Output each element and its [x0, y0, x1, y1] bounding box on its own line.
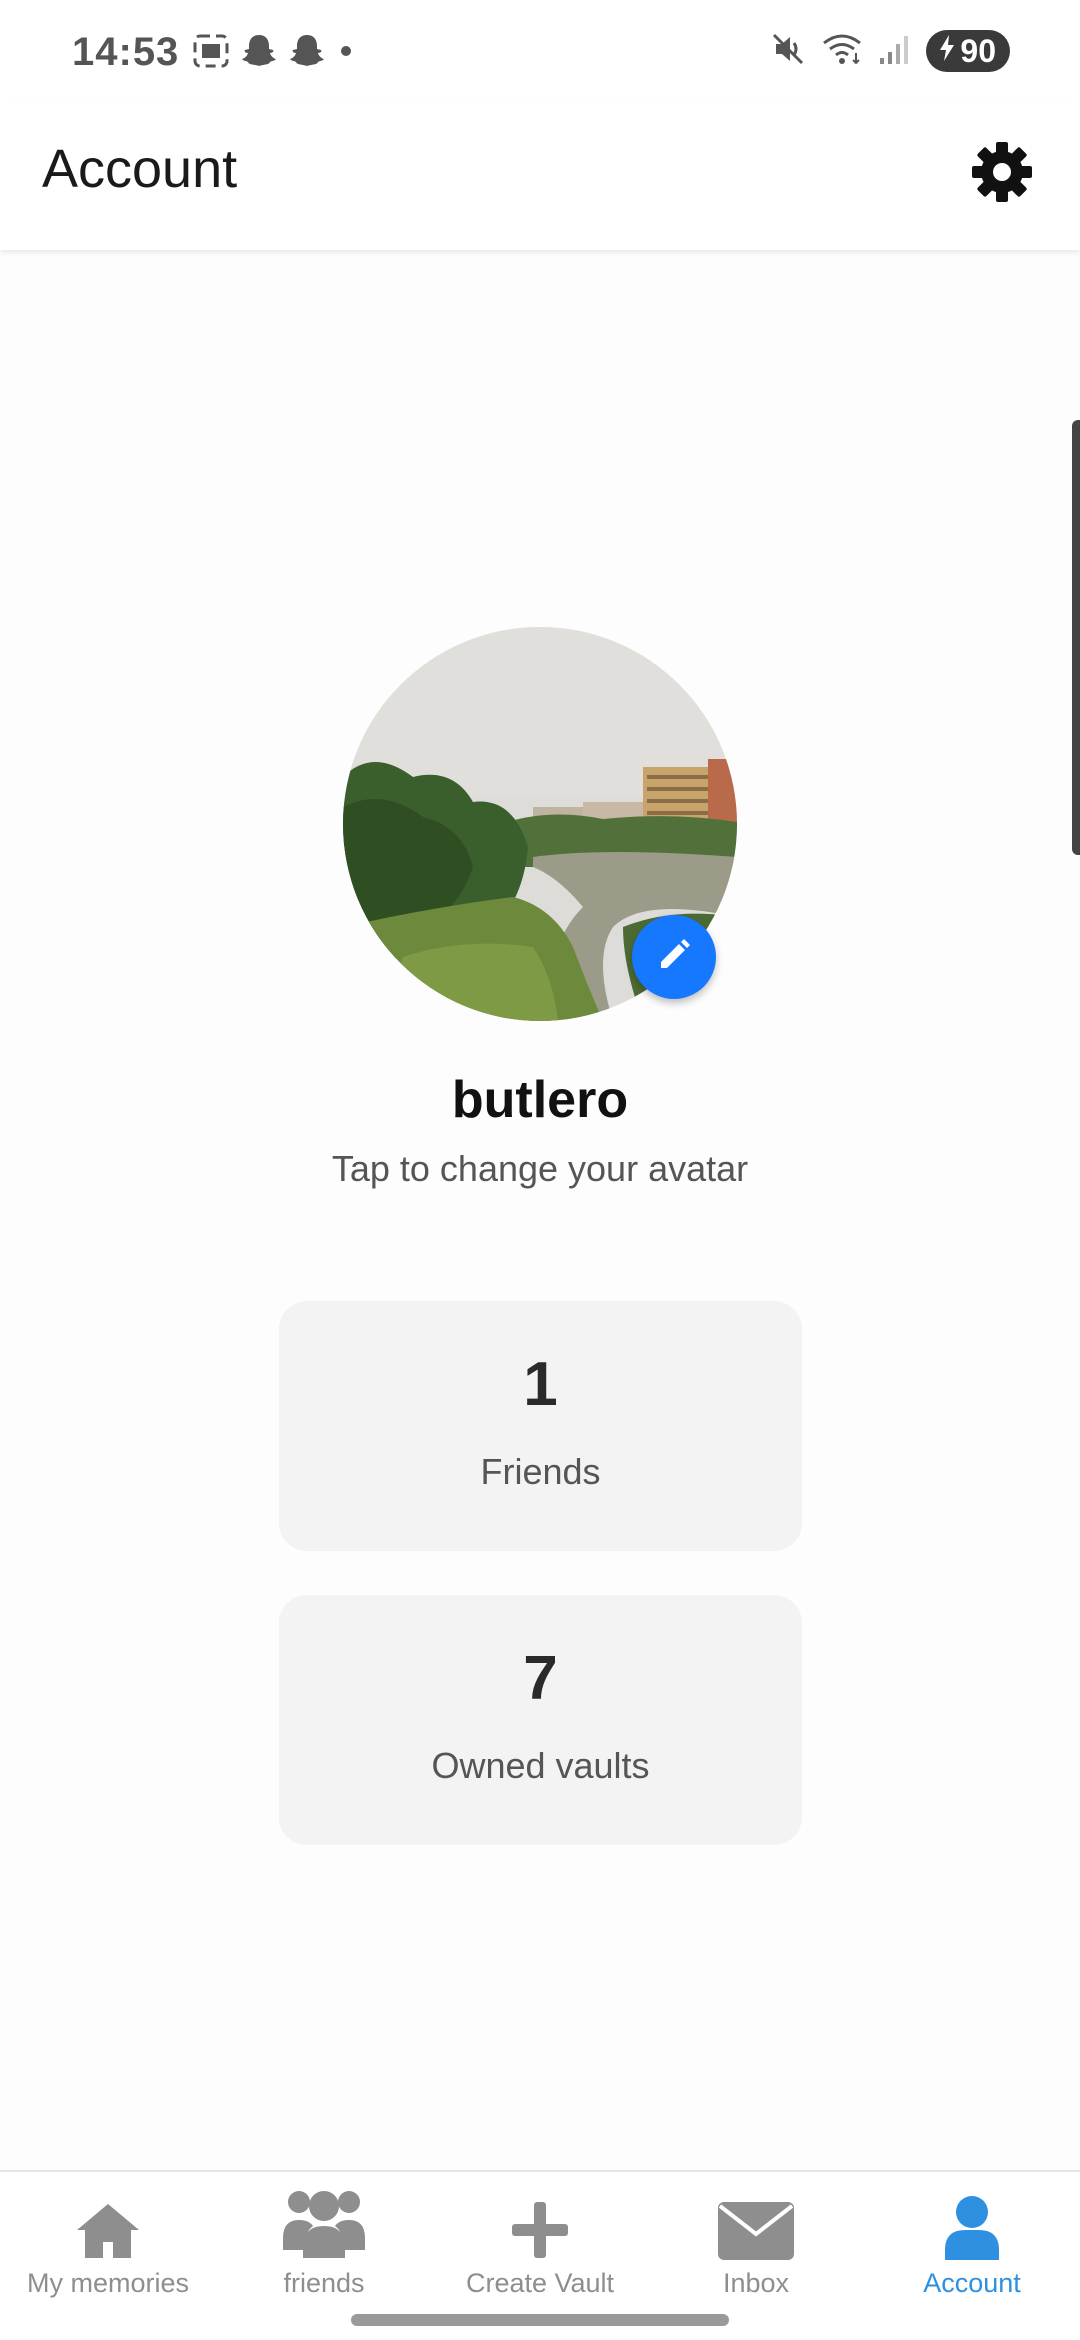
friends-stat-card[interactable]: 1 Friends: [279, 1301, 802, 1551]
avatar-container[interactable]: [343, 627, 737, 1021]
status-system-icons: 90: [770, 30, 1010, 72]
nav-label: My memories: [26, 2268, 189, 2298]
app-bar: Account: [0, 100, 1080, 250]
mute-icon: [770, 31, 806, 72]
users-icon: [283, 2172, 365, 2264]
snapchat-icon: [288, 32, 326, 75]
nav-label: friends: [283, 2268, 365, 2298]
dot-icon: [336, 41, 356, 66]
snapchat-icon: [240, 32, 278, 75]
page-title: Account: [42, 139, 238, 199]
avatar-hint[interactable]: Tap to change your avatar: [0, 1148, 1080, 1190]
battery-indicator: 90: [926, 30, 1010, 72]
settings-button[interactable]: [960, 132, 1044, 216]
nav-item-my-memories[interactable]: My memories: [0, 2172, 216, 2322]
scroll-handle[interactable]: [1072, 420, 1080, 855]
plus-icon: [510, 2172, 570, 2264]
nav-label: Create Vault: [465, 2268, 615, 2298]
nav-item-create-vault[interactable]: Create Vault: [432, 2172, 648, 2322]
envelope-icon: [718, 2172, 794, 2264]
owned-vaults-label: Owned vaults: [431, 1745, 650, 1786]
nav-label: Account: [923, 2268, 1021, 2298]
status-time: 14:53: [72, 30, 180, 74]
pencil-icon: [655, 936, 693, 979]
nav-label: Inbox: [722, 2268, 790, 2298]
gear-icon: [971, 141, 1033, 208]
battery-level: 90: [960, 32, 996, 69]
home-indicator[interactable]: [351, 2314, 729, 2326]
owned-vaults-count: 7: [523, 1644, 558, 1713]
signal-icon: [878, 32, 912, 71]
username: butlero: [451, 1071, 629, 1129]
friends-label: Friends: [480, 1451, 601, 1492]
screenshot-icon: [192, 33, 230, 74]
user-icon: [943, 2172, 1001, 2264]
status-bar: 14:53 90: [0, 0, 1080, 100]
edit-avatar-button[interactable]: [632, 915, 716, 999]
status-notification-icons: [192, 32, 356, 75]
wifi-icon: [820, 31, 864, 72]
nav-item-inbox[interactable]: Inbox: [648, 2172, 864, 2322]
nav-item-friends[interactable]: friends: [216, 2172, 432, 2322]
battery-charging-icon: [938, 33, 956, 70]
home-icon: [75, 2172, 141, 2264]
nav-item-account[interactable]: Account: [864, 2172, 1080, 2322]
owned-vaults-stat-card[interactable]: 7 Owned vaults: [279, 1595, 802, 1845]
friends-count: 1: [523, 1350, 558, 1419]
